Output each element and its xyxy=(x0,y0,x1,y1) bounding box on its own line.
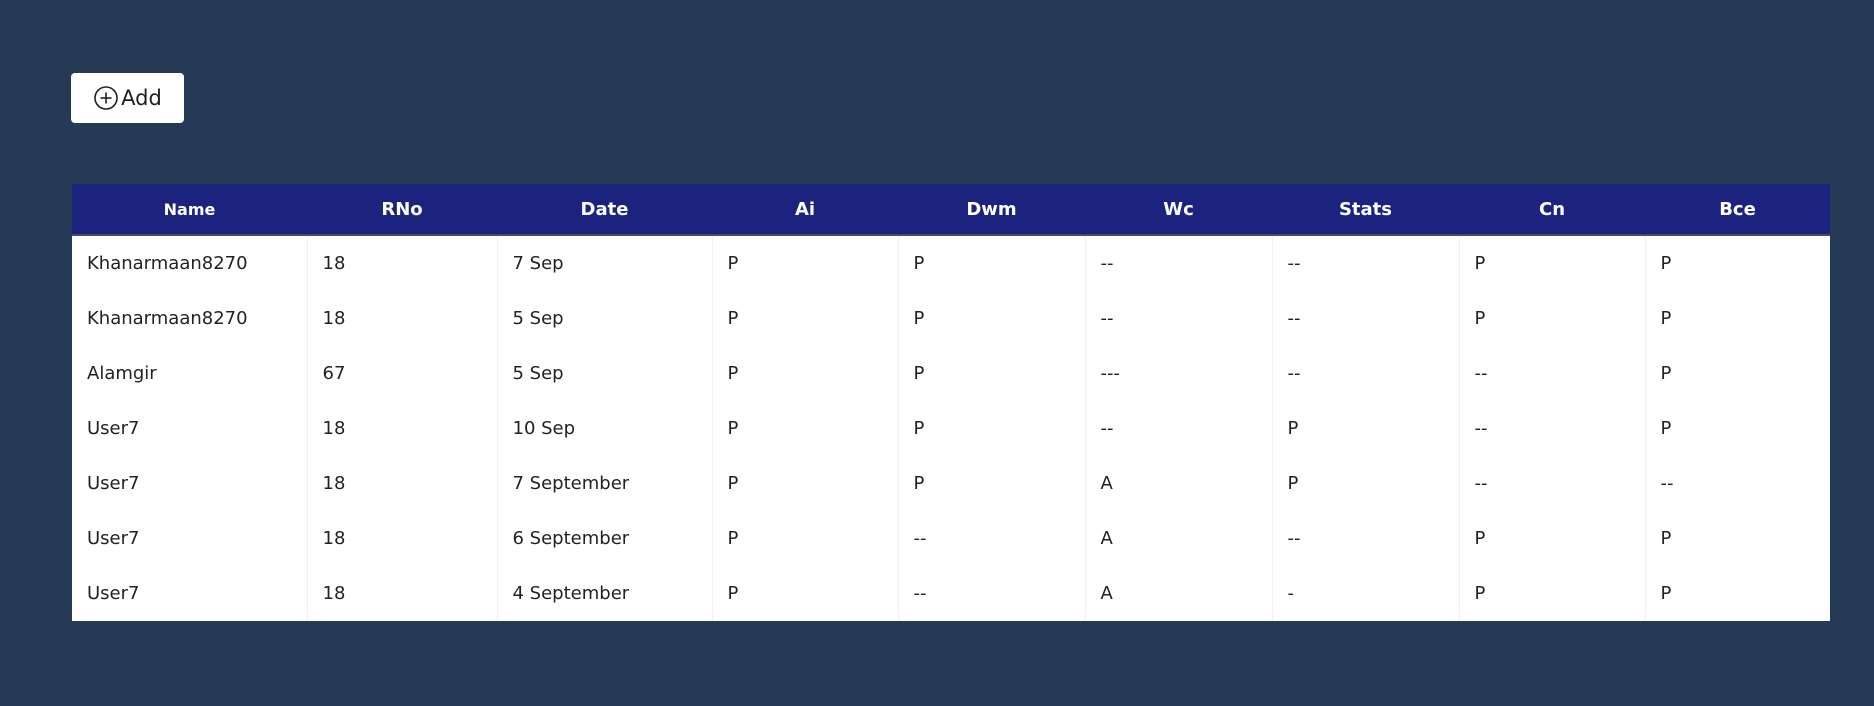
cell-cn: P xyxy=(1459,566,1646,621)
cell-stats: -- xyxy=(1272,291,1460,346)
cell-dwm: P xyxy=(898,456,1086,511)
cell-name: Alamgir xyxy=(72,346,308,401)
cell-wc: -- xyxy=(1085,401,1273,456)
cell-ai: P xyxy=(712,566,899,621)
cell-wc: A xyxy=(1085,456,1273,511)
cell-cn: -- xyxy=(1459,456,1646,511)
cell-name: Khanarmaan8270 xyxy=(72,291,308,346)
cell-rno: 18 xyxy=(307,401,498,456)
cell-ai: P xyxy=(712,511,899,566)
table-header-row: Name RNo Date Ai Dwm Wc Stats Cn Bce xyxy=(72,184,1830,236)
cell-name: User7 xyxy=(72,511,308,566)
column-header-cn[interactable]: Cn xyxy=(1459,184,1645,236)
cell-ai: P xyxy=(712,346,899,401)
cell-dwm: P xyxy=(898,346,1086,401)
column-header-ai[interactable]: Ai xyxy=(712,184,898,236)
cell-name: User7 xyxy=(72,401,308,456)
cell-dwm: P xyxy=(898,401,1086,456)
table-row[interactable]: User7 18 7 September P P A P -- -- xyxy=(72,456,1830,511)
table-row[interactable]: User7 18 6 September P -- A -- P P xyxy=(72,511,1830,566)
table-row[interactable]: Alamgir 67 5 Sep P P --- -- -- P xyxy=(72,346,1830,401)
cell-stats: P xyxy=(1272,456,1460,511)
cell-wc: A xyxy=(1085,566,1273,621)
cell-cn: -- xyxy=(1459,401,1646,456)
cell-date: 10 Sep xyxy=(497,401,713,456)
plus-circle-icon xyxy=(93,85,119,111)
cell-date: 6 September xyxy=(497,511,713,566)
cell-name: User7 xyxy=(72,566,308,621)
cell-rno: 18 xyxy=(307,566,498,621)
cell-stats: -- xyxy=(1272,346,1460,401)
table-row[interactable]: User7 18 10 Sep P P -- P -- P xyxy=(72,401,1830,456)
cell-bce: P xyxy=(1660,583,1672,604)
cell-name: User7 xyxy=(72,456,308,511)
cell-dwm: P xyxy=(898,235,1086,291)
cell-ai: P xyxy=(712,235,899,291)
column-header-date[interactable]: Date xyxy=(497,184,712,236)
cell-bce: P xyxy=(1660,528,1672,549)
cell-stats: - xyxy=(1272,566,1460,621)
cell-cn: P xyxy=(1459,235,1646,291)
cell-cn: -- xyxy=(1459,346,1646,401)
cell-date: 5 Sep xyxy=(497,346,713,401)
cell-date: 7 Sep xyxy=(497,235,713,291)
add-button[interactable]: Add xyxy=(71,73,184,123)
cell-cn: P xyxy=(1459,511,1646,566)
cell-wc: -- xyxy=(1085,291,1273,346)
column-header-rno[interactable]: RNo xyxy=(307,184,497,236)
cell-name: Khanarmaan8270 xyxy=(72,235,308,291)
cell-wc: A xyxy=(1085,511,1273,566)
cell-rno: 18 xyxy=(307,511,498,566)
table-row[interactable]: Khanarmaan8270 18 7 Sep P P -- -- P P xyxy=(72,235,1830,291)
cell-rno: 18 xyxy=(307,291,498,346)
attendance-table: Name RNo Date Ai Dwm Wc Stats Cn Bce Kha… xyxy=(72,184,1830,621)
cell-date: 5 Sep xyxy=(497,291,713,346)
cell-ai: P xyxy=(712,401,899,456)
cell-ai: P xyxy=(712,291,899,346)
cell-bce: P xyxy=(1660,363,1672,384)
cell-bce: -- xyxy=(1660,473,1674,494)
cell-rno: 18 xyxy=(307,235,498,291)
cell-dwm: -- xyxy=(898,566,1086,621)
table-row[interactable]: User7 18 4 September P -- A - P P xyxy=(72,566,1830,621)
column-header-name[interactable]: Name xyxy=(72,184,307,236)
cell-stats: P xyxy=(1272,401,1460,456)
add-button-label: Add xyxy=(121,86,162,110)
cell-bce: P xyxy=(1660,308,1672,329)
cell-bce: P xyxy=(1660,253,1672,274)
cell-date: 7 September xyxy=(497,456,713,511)
cell-stats: -- xyxy=(1272,511,1460,566)
cell-date: 4 September xyxy=(497,566,713,621)
column-header-stats[interactable]: Stats xyxy=(1272,184,1459,236)
column-header-bce[interactable]: Bce xyxy=(1645,184,1830,236)
cell-rno: 18 xyxy=(307,456,498,511)
table-row[interactable]: Khanarmaan8270 18 5 Sep P P -- -- P P xyxy=(72,291,1830,346)
column-header-dwm[interactable]: Dwm xyxy=(898,184,1085,236)
cell-stats: -- xyxy=(1272,235,1460,291)
cell-wc: --- xyxy=(1085,346,1273,401)
cell-rno: 67 xyxy=(307,346,498,401)
cell-ai: P xyxy=(712,456,899,511)
cell-dwm: -- xyxy=(898,511,1086,566)
cell-wc: -- xyxy=(1085,235,1273,291)
column-header-wc[interactable]: Wc xyxy=(1085,184,1272,236)
cell-cn: P xyxy=(1459,291,1646,346)
cell-dwm: P xyxy=(898,291,1086,346)
cell-bce: P xyxy=(1660,418,1672,439)
